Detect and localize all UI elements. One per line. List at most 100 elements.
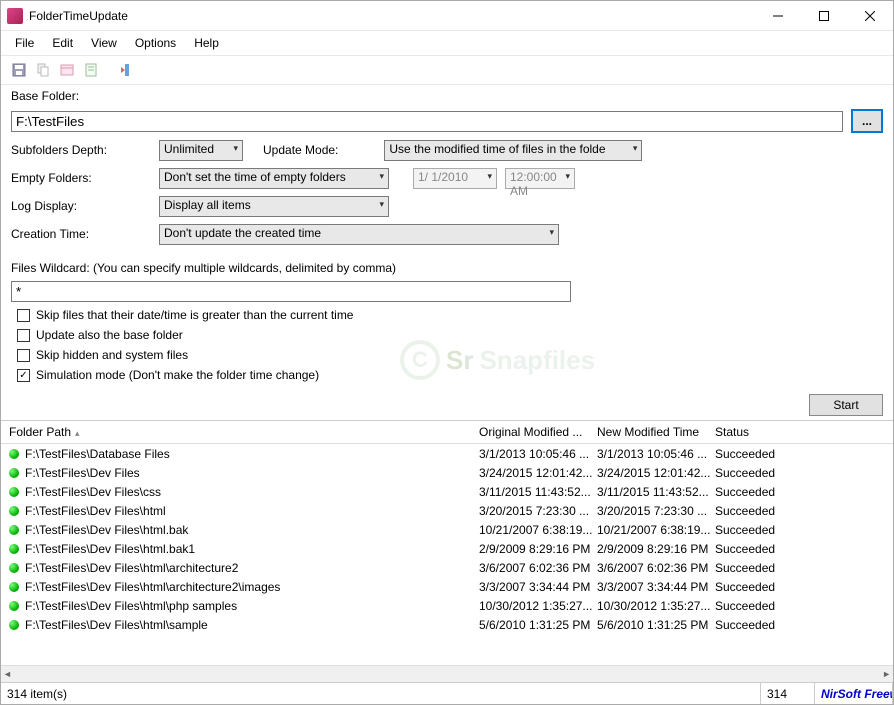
cell-path: F:\TestFiles\Dev Files\html — [25, 504, 479, 518]
table-row[interactable]: F:\TestFiles\Dev Files\html\architecture… — [1, 577, 893, 596]
creation-time-select[interactable]: Don't update the created time — [159, 224, 559, 245]
status-link[interactable]: NirSoft Freeware. http — [815, 683, 893, 704]
menu-options[interactable]: Options — [127, 33, 184, 53]
cell-original: 3/11/2015 11:43:52... — [479, 485, 597, 499]
cell-status: Succeeded — [715, 466, 893, 480]
cell-original: 3/3/2007 3:34:44 PM — [479, 580, 597, 594]
skip-future-label: Skip files that their date/time is great… — [36, 308, 353, 322]
cell-new: 3/6/2007 6:02:36 PM — [597, 561, 715, 575]
copy-icon[interactable] — [33, 60, 53, 80]
status-items: 314 item(s) — [1, 683, 761, 704]
date-input[interactable]: 1/ 1/2010 — [413, 168, 497, 189]
update-base-label: Update also the base folder — [36, 328, 183, 342]
cell-new: 3/20/2015 7:23:30 ... — [597, 504, 715, 518]
base-folder-input[interactable] — [11, 111, 843, 132]
close-button[interactable] — [847, 1, 893, 31]
cell-new: 3/11/2015 11:43:52... — [597, 485, 715, 499]
time-input[interactable]: 12:00:00 AM — [505, 168, 575, 189]
table-row[interactable]: F:\TestFiles\Database Files3/1/2013 10:0… — [1, 444, 893, 463]
cell-original: 3/6/2007 6:02:36 PM — [479, 561, 597, 575]
wildcard-input[interactable] — [11, 281, 571, 302]
browse-button[interactable]: ... — [851, 109, 883, 133]
col-folder-path[interactable]: Folder Path▴ — [1, 425, 479, 439]
horizontal-scrollbar[interactable]: ◄► — [1, 665, 893, 682]
properties-icon[interactable] — [57, 60, 77, 80]
toolbar — [1, 56, 893, 85]
cell-path: F:\TestFiles\Database Files — [25, 447, 479, 461]
creation-time-label: Creation Time: — [11, 227, 151, 241]
cell-path: F:\TestFiles\Dev Files — [25, 466, 479, 480]
skip-future-checkbox[interactable] — [17, 309, 30, 322]
cell-status: Succeeded — [715, 542, 893, 556]
menu-help[interactable]: Help — [186, 33, 227, 53]
cell-path: F:\TestFiles\Dev Files\html\architecture… — [25, 561, 479, 575]
table-row[interactable]: F:\TestFiles\Dev Files\html.bak12/9/2009… — [1, 539, 893, 558]
menu-file[interactable]: File — [7, 33, 42, 53]
options-icon[interactable] — [81, 60, 101, 80]
cell-path: F:\TestFiles\Dev Files\css — [25, 485, 479, 499]
start-button[interactable]: Start — [809, 394, 883, 416]
cell-status: Succeeded — [715, 523, 893, 537]
status-count: 314 — [761, 683, 815, 704]
subfolders-depth-select[interactable]: Unlimited — [159, 140, 243, 161]
menu-view[interactable]: View — [83, 33, 125, 53]
exit-icon[interactable] — [117, 60, 137, 80]
skip-hidden-checkbox[interactable] — [17, 349, 30, 362]
empty-folders-select[interactable]: Don't set the time of empty folders — [159, 168, 389, 189]
base-folder-label: Base Folder: — [11, 89, 883, 103]
col-original-modified[interactable]: Original Modified ... — [479, 425, 597, 439]
cell-new: 3/1/2013 10:05:46 ... — [597, 447, 715, 461]
table-row[interactable]: F:\TestFiles\Dev Files\html\sample5/6/20… — [1, 615, 893, 634]
results-grid: Folder Path▴ Original Modified ... New M… — [1, 420, 893, 682]
table-row[interactable]: F:\TestFiles\Dev Files\html.bak10/21/200… — [1, 520, 893, 539]
status-dot-icon — [9, 544, 19, 554]
table-row[interactable]: F:\TestFiles\Dev Files\html\architecture… — [1, 558, 893, 577]
cell-status: Succeeded — [715, 485, 893, 499]
cell-status: Succeeded — [715, 580, 893, 594]
status-dot-icon — [9, 582, 19, 592]
grid-header: Folder Path▴ Original Modified ... New M… — [1, 421, 893, 444]
log-display-label: Log Display: — [11, 199, 151, 213]
cell-original: 10/30/2012 1:35:27... — [479, 599, 597, 613]
log-display-select[interactable]: Display all items — [159, 196, 389, 217]
subfolders-depth-label: Subfolders Depth: — [11, 143, 151, 157]
simulation-label: Simulation mode (Don't make the folder t… — [36, 368, 319, 382]
status-dot-icon — [9, 487, 19, 497]
empty-folders-label: Empty Folders: — [11, 171, 151, 185]
col-new-modified[interactable]: New Modified Time — [597, 425, 715, 439]
status-dot-icon — [9, 563, 19, 573]
update-base-checkbox[interactable] — [17, 329, 30, 342]
table-row[interactable]: F:\TestFiles\Dev Files\html 3/20/2015 7:2… — [1, 501, 893, 520]
form-area: Base Folder: ... Subfolders Depth: Unlim… — [1, 85, 893, 390]
cell-path: F:\TestFiles\Dev Files\html\sample — [25, 618, 479, 632]
maximize-button[interactable] — [801, 1, 847, 31]
status-dot-icon — [9, 506, 19, 516]
cell-path: F:\TestFiles\Dev Files\html\architecture… — [25, 580, 479, 594]
table-row[interactable]: F:\TestFiles\Dev Files\html\php samples1… — [1, 596, 893, 615]
minimize-button[interactable] — [755, 1, 801, 31]
save-icon[interactable] — [9, 60, 29, 80]
menu-bar: File Edit View Options Help — [1, 31, 893, 56]
cell-original: 10/21/2007 6:38:19... — [479, 523, 597, 537]
cell-status: Succeeded — [715, 599, 893, 613]
title-bar: FolderTimeUpdate — [1, 1, 893, 31]
cell-new: 3/3/2007 3:34:44 PM — [597, 580, 715, 594]
menu-edit[interactable]: Edit — [44, 33, 81, 53]
wildcard-label: Files Wildcard: (You can specify multipl… — [11, 261, 883, 275]
cell-new: 10/21/2007 6:38:19... — [597, 523, 715, 537]
cell-status: Succeeded — [715, 561, 893, 575]
table-row[interactable]: F:\TestFiles\Dev Files3/24/2015 12:01:42… — [1, 463, 893, 482]
grid-body[interactable]: F:\TestFiles\Database Files3/1/2013 10:0… — [1, 444, 893, 665]
cell-original: 3/1/2013 10:05:46 ... — [479, 447, 597, 461]
table-row[interactable]: F:\TestFiles\Dev Files\css3/11/2015 11:4… — [1, 482, 893, 501]
cell-new: 10/30/2012 1:35:27... — [597, 599, 715, 613]
cell-original: 5/6/2010 1:31:25 PM — [479, 618, 597, 632]
col-status[interactable]: Status — [715, 425, 893, 439]
app-icon — [7, 8, 23, 24]
cell-path: F:\TestFiles\Dev Files\html.bak — [25, 523, 479, 537]
simulation-checkbox[interactable]: ✓ — [17, 369, 30, 382]
update-mode-label: Update Mode: — [263, 143, 338, 157]
update-mode-select[interactable]: Use the modified time of files in the fo… — [384, 140, 642, 161]
skip-hidden-label: Skip hidden and system files — [36, 348, 188, 362]
cell-original: 2/9/2009 8:29:16 PM — [479, 542, 597, 556]
